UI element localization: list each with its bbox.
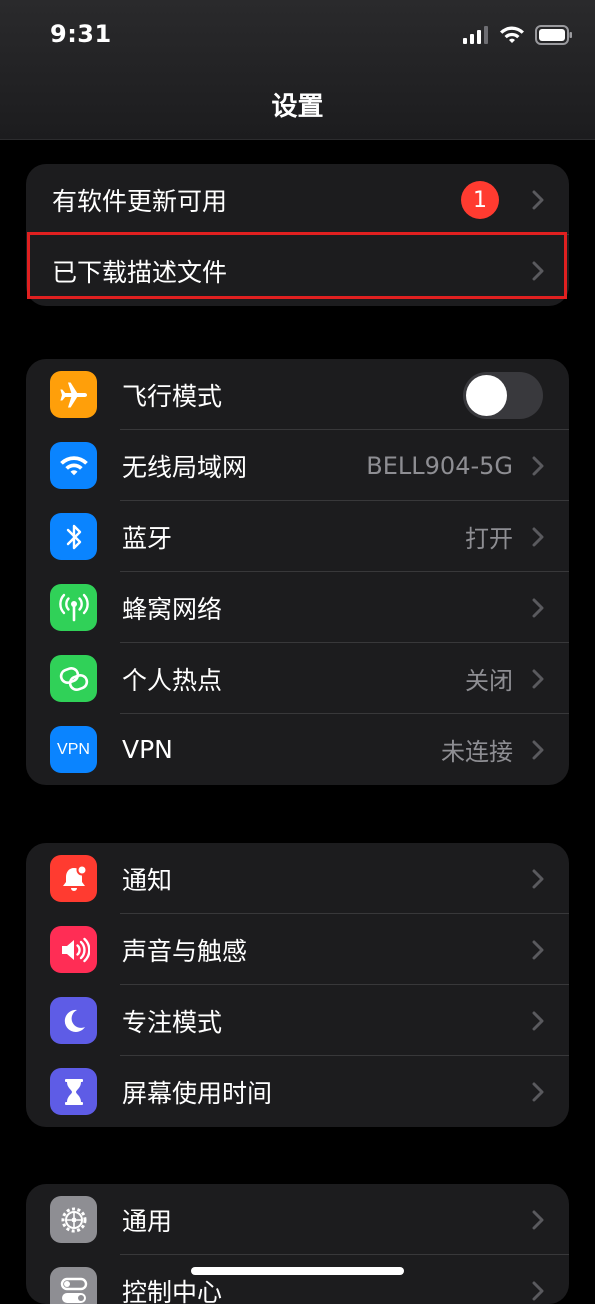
notifications-group: 通知 声音与触感 专注模式 <box>26 843 569 1127</box>
chevron-right-icon <box>531 598 545 618</box>
airplane-mode-row: 飞行模式 <box>26 359 569 430</box>
moon-icon <box>50 997 97 1044</box>
software-update-row[interactable]: 有软件更新可用 1 <box>26 164 569 235</box>
gear-icon <box>50 1196 97 1243</box>
chevron-right-icon <box>531 1011 545 1031</box>
status-time: 9:31 <box>50 20 112 48</box>
battery-icon <box>535 25 573 45</box>
screen-time-row[interactable]: 屏幕使用时间 <box>26 1056 569 1127</box>
notifications-label: 通知 <box>122 861 172 897</box>
chevron-right-icon <box>531 669 545 689</box>
hotspot-value: 关闭 <box>465 661 513 696</box>
chevron-right-icon <box>531 456 545 476</box>
control-center-label: 控制中心 <box>122 1273 222 1304</box>
vpn-row[interactable]: VPN VPN 未连接 <box>26 714 569 785</box>
update-badge: 1 <box>461 181 499 219</box>
navigation-bar: 9:31 设置 <box>0 0 595 140</box>
screen-time-label: 屏幕使用时间 <box>122 1074 272 1110</box>
general-group: 通用 控制中心 <box>26 1184 569 1304</box>
sounds-row[interactable]: 声音与触感 <box>26 914 569 985</box>
airplane-icon <box>50 371 97 418</box>
bluetooth-row[interactable]: 蓝牙 打开 <box>26 501 569 572</box>
downloaded-profile-row[interactable]: 已下载描述文件 <box>26 235 569 306</box>
bluetooth-value: 打开 <box>465 519 513 554</box>
chevron-right-icon <box>531 527 545 547</box>
sounds-label: 声音与触感 <box>122 932 247 968</box>
wifi-network-value: BELL904-5G <box>366 452 513 480</box>
cellular-label: 蜂窝网络 <box>122 590 222 626</box>
general-label: 通用 <box>122 1202 172 1238</box>
chevron-right-icon <box>531 869 545 889</box>
vpn-icon-text: VPN <box>57 741 90 759</box>
wifi-status-icon <box>499 25 525 45</box>
airplane-mode-toggle[interactable] <box>463 372 543 419</box>
wifi-icon <box>50 442 97 489</box>
vpn-label: VPN <box>122 735 173 764</box>
toggle-knob <box>466 375 507 416</box>
chevron-right-icon <box>531 1082 545 1102</box>
cellular-signal-icon <box>463 26 489 44</box>
focus-label: 专注模式 <box>122 1003 222 1039</box>
cellular-row[interactable]: 蜂窝网络 <box>26 572 569 643</box>
page-title: 设置 <box>0 86 595 123</box>
home-indicator[interactable] <box>191 1267 404 1275</box>
notifications-row[interactable]: 通知 <box>26 843 569 914</box>
chevron-right-icon <box>531 190 545 210</box>
hourglass-icon <box>50 1068 97 1115</box>
chevron-right-icon <box>531 1281 545 1301</box>
bluetooth-label: 蓝牙 <box>122 519 172 555</box>
vpn-icon: VPN <box>50 726 97 773</box>
connectivity-group: 飞行模式 无线局域网 BELL904-5G 蓝牙 打开 <box>26 359 569 785</box>
chevron-right-icon <box>531 940 545 960</box>
vpn-value: 未连接 <box>441 732 513 767</box>
updates-group: 有软件更新可用 1 已下载描述文件 <box>26 164 569 306</box>
general-row[interactable]: 通用 <box>26 1184 569 1255</box>
cellular-antenna-icon <box>50 584 97 631</box>
hotspot-label: 个人热点 <box>122 661 222 697</box>
airplane-mode-label: 飞行模式 <box>122 377 222 413</box>
control-center-row[interactable]: 控制中心 <box>26 1255 569 1304</box>
status-icons <box>463 25 573 45</box>
wifi-row[interactable]: 无线局域网 BELL904-5G <box>26 430 569 501</box>
software-update-label: 有软件更新可用 <box>52 182 227 218</box>
bluetooth-icon <box>50 513 97 560</box>
hotspot-row[interactable]: 个人热点 关闭 <box>26 643 569 714</box>
toggles-icon <box>50 1267 97 1304</box>
hotspot-link-icon <box>50 655 97 702</box>
wifi-label: 无线局域网 <box>122 448 247 484</box>
bell-icon <box>50 855 97 902</box>
focus-row[interactable]: 专注模式 <box>26 985 569 1056</box>
chevron-right-icon <box>531 1210 545 1230</box>
downloaded-profile-label: 已下载描述文件 <box>52 253 227 289</box>
speaker-icon <box>50 926 97 973</box>
chevron-right-icon <box>531 261 545 281</box>
chevron-right-icon <box>531 740 545 760</box>
